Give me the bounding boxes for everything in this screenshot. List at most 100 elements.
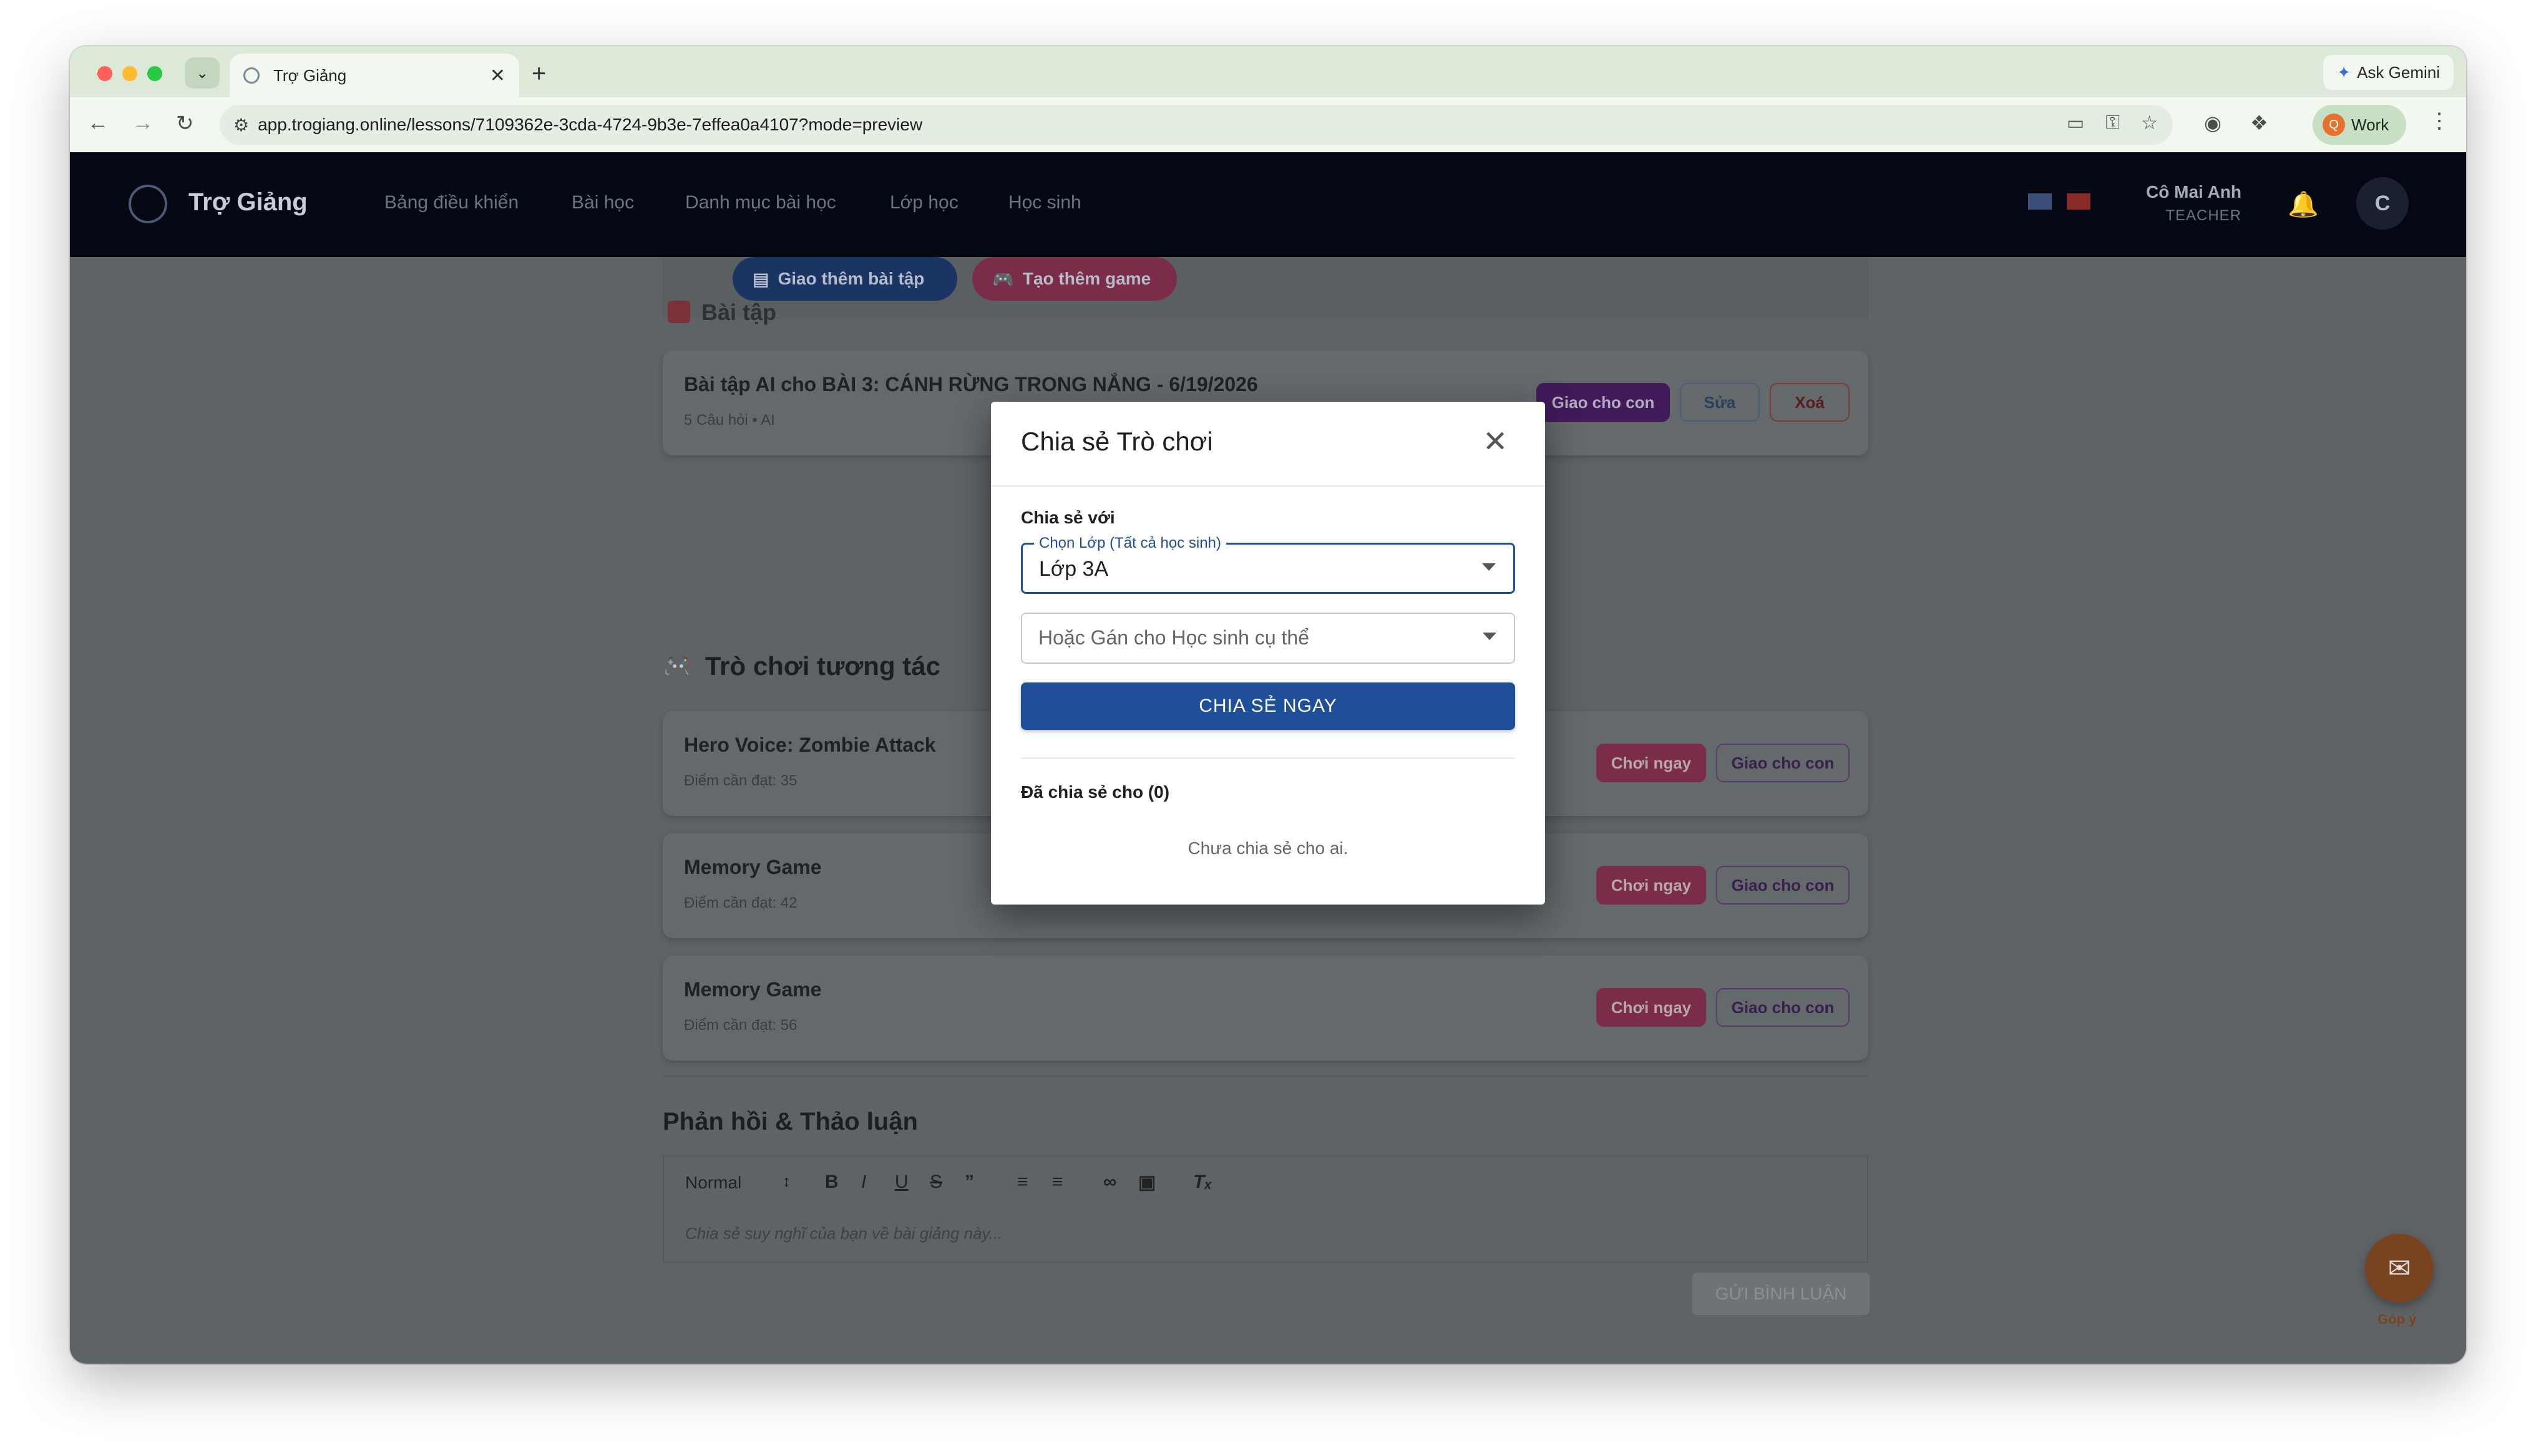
send-comment-button[interactable]: GỬI BÌNH LUẬN <box>1692 1273 1870 1315</box>
nav-link-students[interactable]: Học sinh <box>1008 192 1081 213</box>
exercise-section-icon <box>668 301 690 323</box>
divider <box>663 1075 1868 1077</box>
strikethrough-icon[interactable]: S <box>930 1172 942 1193</box>
dialog-title: Chia sẻ Trò chơi <box>1021 427 1213 456</box>
comment-editor[interactable]: Chia sẻ suy nghĩ của bạn về bài giảng nà… <box>663 1208 1868 1263</box>
games-section-header: 🎮 Trò chơi tương tác <box>663 651 940 681</box>
mail-icon: ✉ <box>2387 1253 2411 1284</box>
editor-toolbar: Normal ↕ B I U S ” ≡ ≡ ∞ ▣ Tₓ <box>663 1155 1868 1209</box>
dialog-divider <box>991 485 1545 487</box>
empty-state-text: Chưa chia sẻ cho ai. <box>1188 838 1348 858</box>
ask-gemini-button[interactable]: ✦ Ask Gemini <box>2323 55 2454 90</box>
reload-icon[interactable]: ↻ <box>176 111 194 136</box>
play-game-button[interactable]: Chơi ngay <box>1596 866 1706 905</box>
share-now-button[interactable]: CHIA SẺ NGAY <box>1021 682 1515 730</box>
assign-more-button[interactable]: ▤ Giao thêm bài tập <box>733 257 957 301</box>
tab-search-button[interactable]: ⌄ <box>185 57 220 89</box>
edit-exercise-button[interactable]: Sửa <box>1680 383 1760 422</box>
address-bar: ← → ↻ ⚙ app.trogiang.online/lessons/7109… <box>70 97 2466 152</box>
brand-name[interactable]: Trợ Giảng <box>188 188 308 216</box>
close-window-button[interactable] <box>97 66 112 81</box>
password-key-icon[interactable]: ⚿ <box>2105 112 2120 134</box>
game-title: Memory Game <box>684 978 822 1001</box>
share-with-label: Chia sẻ với <box>1021 508 1115 527</box>
nav-link-dashboard[interactable]: Bảng điều khiển <box>384 192 519 213</box>
tab-title: Trợ Giảng <box>273 66 347 85</box>
bookmark-star-icon[interactable]: ☆ <box>2141 112 2158 134</box>
class-select-value: Lớp 3A <box>1039 557 1109 581</box>
game-score: Điểm cần đạt: 42 <box>684 895 797 911</box>
feedback-fab[interactable]: ✉ <box>2365 1234 2434 1303</box>
play-game-button[interactable]: Chơi ngay <box>1596 744 1706 782</box>
url-field[interactable]: ⚙ app.trogiang.online/lessons/7109362e-3… <box>220 105 2173 145</box>
delete-exercise-button[interactable]: Xoá <box>1770 383 1850 422</box>
maximize-window-button[interactable] <box>147 66 162 81</box>
share-game-dialog: Chia sẻ Trò chơi ✕ Chia sẻ với Chọn Lớp … <box>991 402 1545 905</box>
feedback-title: Phản hồi & Thảo luận <box>663 1108 918 1135</box>
student-select[interactable]: Hoặc Gán cho Học sinh cụ thể <box>1021 613 1515 664</box>
nav-link-classes[interactable]: Lớp học <box>890 192 958 213</box>
game-score: Điểm cần đạt: 35 <box>684 772 797 789</box>
italic-icon[interactable]: I <box>861 1172 866 1193</box>
assign-game-button[interactable]: Giao cho con <box>1716 988 1850 1027</box>
uk-flag-icon[interactable] <box>2028 193 2052 210</box>
close-icon[interactable]: ✕ <box>490 65 505 87</box>
browser-menu-icon[interactable]: ⋮ <box>2429 109 2450 133</box>
clipboard-icon: ▤ <box>753 269 769 289</box>
install-app-icon[interactable]: ▭ <box>2067 112 2084 134</box>
create-game-label: Tạo thêm game <box>1022 269 1151 288</box>
assign-game-button[interactable]: Giao cho con <box>1716 744 1850 782</box>
link-icon[interactable]: ∞ <box>1103 1172 1116 1193</box>
create-game-button[interactable]: 🎮 Tạo thêm game <box>972 257 1177 301</box>
text-style-select[interactable]: Normal <box>685 1173 741 1193</box>
exercise-title: Bài tập AI cho BÀI 3: CÁNH RỪNG TRONG NẮ… <box>684 373 1258 396</box>
minimize-window-button[interactable] <box>122 66 137 81</box>
clear-format-icon[interactable]: Tₓ <box>1193 1172 1212 1193</box>
nav-link-lessons[interactable]: Bài học <box>572 192 634 213</box>
back-icon[interactable]: ← <box>87 111 109 135</box>
underline-icon[interactable]: U <box>895 1172 909 1193</box>
bullet-list-icon[interactable]: ≡ <box>1052 1172 1063 1193</box>
new-tab-icon[interactable]: + <box>532 60 546 88</box>
favicon-icon <box>243 67 260 84</box>
quote-icon[interactable]: ” <box>965 1172 974 1193</box>
browser-window: ⌄ Trợ Giảng ✕ + ✦ Ask Gemini ← → ↻ ⚙ app… <box>70 46 2466 1364</box>
dropdown-arrow-icon <box>1482 563 1496 571</box>
logo-icon[interactable] <box>129 185 167 223</box>
nav-link-lesson-catalog[interactable]: Danh mục bài học <box>685 192 836 213</box>
forward-icon[interactable]: → <box>132 111 154 135</box>
close-icon[interactable]: ✕ <box>1483 424 1508 459</box>
browser-tab[interactable]: Trợ Giảng ✕ <box>230 54 519 97</box>
game-title: Hero Voice: Zombie Attack <box>684 734 936 756</box>
profile-label: Work <box>2351 115 2389 134</box>
game-card: Memory Game Điểm cần đạt: 56 Chơi ngay G… <box>663 956 1868 1060</box>
ordered-list-icon[interactable]: ≡ <box>1017 1172 1028 1193</box>
assign-more-label: Giao thêm bài tập <box>778 269 925 288</box>
gamepad-icon: 🎮 <box>663 653 694 681</box>
extensions-puzzle-icon[interactable]: ❖ <box>2250 111 2268 135</box>
bell-icon[interactable]: 🔔 <box>2288 190 2319 219</box>
profile-avatar: Q <box>2323 114 2345 136</box>
url-text: app.trogiang.online/lessons/7109362e-3cd… <box>258 115 923 134</box>
updown-arrow-icon[interactable]: ↕ <box>783 1172 791 1191</box>
extension-color-icon[interactable]: ◉ <box>2204 111 2221 135</box>
vn-flag-icon[interactable] <box>2067 193 2090 210</box>
play-game-button[interactable]: Chơi ngay <box>1596 988 1706 1027</box>
gamepad-icon: 🎮 <box>992 269 1014 289</box>
image-icon[interactable]: ▣ <box>1138 1172 1156 1193</box>
game-title: Memory Game <box>684 856 822 878</box>
page-viewport: Trợ Giảng Bảng điều khiển Bài học Danh m… <box>70 152 2466 1364</box>
chevron-down-icon: ⌄ <box>195 64 209 82</box>
ask-gemini-label: Ask Gemini <box>2357 62 2440 82</box>
class-select-label: Chọn Lớp (Tất cả học sinh) <box>1034 535 1226 552</box>
site-settings-icon[interactable]: ⚙ <box>233 115 249 135</box>
assign-game-button[interactable]: Giao cho con <box>1716 866 1850 905</box>
bold-icon[interactable]: B <box>825 1172 839 1193</box>
dialog-divider <box>1021 757 1515 759</box>
profile-button[interactable]: Q Work <box>2313 105 2406 145</box>
assign-exercise-button[interactable]: Giao cho con <box>1536 383 1670 422</box>
game-score: Điểm cần đạt: 56 <box>684 1017 797 1034</box>
class-select[interactable]: Chọn Lớp (Tất cả học sinh) Lớp 3A <box>1021 535 1515 594</box>
student-select-placeholder: Hoặc Gán cho Học sinh cụ thể <box>1038 626 1310 649</box>
avatar[interactable]: C <box>2356 177 2409 230</box>
